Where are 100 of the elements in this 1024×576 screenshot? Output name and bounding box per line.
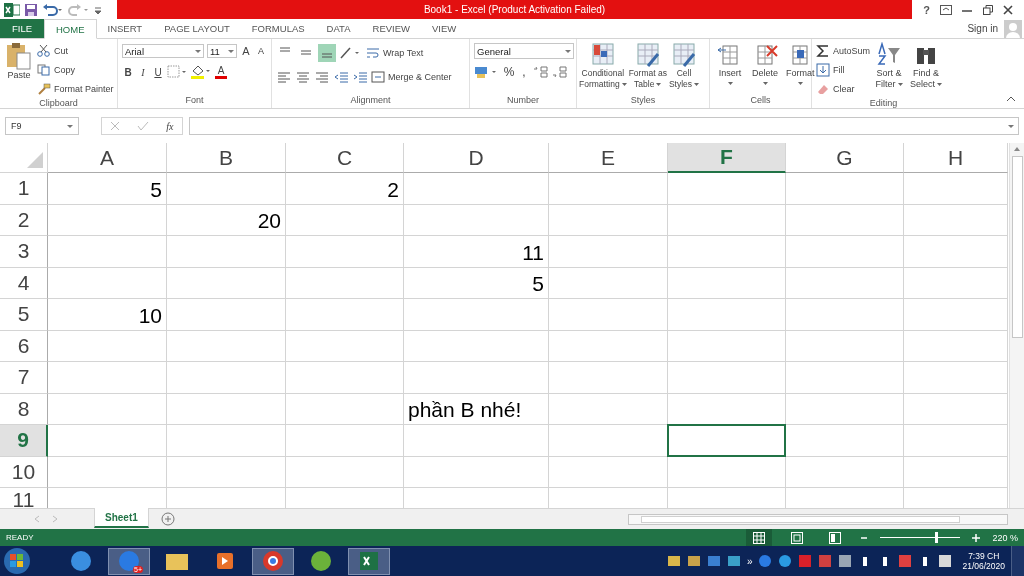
zoom-in-icon[interactable] [972,533,981,542]
row-header[interactable]: 1 [0,173,48,205]
enter-icon[interactable] [137,121,150,131]
table-cell[interactable] [167,330,286,362]
undo-icon[interactable] [42,2,64,17]
wrap-text-button[interactable]: Wrap Text [366,43,424,62]
table-cell[interactable] [167,393,286,425]
column-header[interactable]: G [786,143,904,173]
table-cell[interactable] [786,456,904,488]
save-icon[interactable] [24,2,38,17]
cut-button[interactable]: Cut [37,41,114,60]
percent-button[interactable]: % [503,64,515,80]
column-header[interactable]: F [668,143,786,173]
column-header[interactable]: A [48,143,167,173]
table-cell[interactable]: 11 [404,236,549,268]
start-button[interactable] [2,547,32,575]
font-size-field[interactable]: 11 [207,44,237,58]
table-cell[interactable] [786,236,904,268]
ribbon-tab[interactable]: REVIEW [361,19,422,38]
font-field[interactable]: Arial [122,44,204,58]
table-cell[interactable] [786,299,904,331]
table-cell[interactable] [48,236,167,268]
add-sheet-icon[interactable] [160,512,175,526]
table-cell[interactable] [549,330,668,362]
style-button[interactable]: Conditional Formatting [578,41,628,95]
style-button[interactable]: Format as Table [627,41,668,95]
zoom-slider-thumb[interactable] [935,532,939,543]
scroll-up-icon[interactable] [1013,146,1021,152]
table-cell[interactable] [167,362,286,394]
table-cell[interactable] [549,173,668,205]
table-cell[interactable] [668,299,786,331]
decrease-indent-icon[interactable] [333,69,349,84]
table-cell[interactable] [904,362,1008,394]
ribbon-tab[interactable]: DATA [315,19,362,38]
table-cell[interactable] [167,267,286,299]
editing-button[interactable]: Find & Select [908,41,945,98]
cells-button[interactable]: Insert [714,41,746,95]
table-cell[interactable] [668,456,786,488]
cells-button[interactable]: Format [784,41,817,95]
vertical-scrollbar[interactable] [1009,143,1024,508]
shrink-font-button[interactable]: A [255,43,267,59]
table-cell[interactable] [549,299,668,331]
style-button[interactable]: Cell Styles [667,41,701,95]
insert-function-button[interactable]: fx [166,120,174,132]
row-header[interactable]: 9 [0,425,48,457]
table-cell[interactable] [549,456,668,488]
table-cell[interactable] [904,204,1008,236]
table-cell[interactable] [786,173,904,205]
table-cell[interactable] [48,204,167,236]
table-cell[interactable] [904,267,1008,299]
tray-icon[interactable] [666,554,681,568]
row-header[interactable]: 2 [0,204,48,236]
table-cell[interactable] [286,267,404,299]
table-cell[interactable] [786,330,904,362]
tray-icon[interactable] [838,554,853,568]
table-cell[interactable] [167,299,286,331]
table-cell[interactable] [286,393,404,425]
table-cell[interactable] [904,456,1008,488]
paste-button[interactable]: Paste [4,41,34,98]
table-cell[interactable] [167,456,286,488]
table-cell[interactable] [48,267,167,299]
table-cell[interactable] [48,362,167,394]
table-cell[interactable] [286,299,404,331]
horizontal-scrollbar[interactable] [628,513,1008,525]
table-cell[interactable] [48,330,167,362]
underline-button[interactable]: U [152,64,164,80]
close-icon[interactable] [1002,4,1013,15]
table-cell[interactable] [286,456,404,488]
cancel-icon[interactable] [110,121,121,131]
table-cell[interactable] [286,362,404,394]
row-header[interactable]: 7 [0,362,48,394]
restore-icon[interactable] [982,4,993,15]
font-color-button[interactable]: A [215,65,227,79]
comma-button[interactable]: , [518,64,530,80]
tray-icon[interactable] [938,554,953,568]
table-cell[interactable] [549,393,668,425]
row-header[interactable]: 5 [0,299,48,331]
fill-button[interactable]: Fill [816,60,871,79]
row-header[interactable]: 4 [0,267,48,299]
grow-font-button[interactable]: A [240,43,252,59]
clock-date[interactable]: 21/06/2020 [962,561,1005,571]
table-cell[interactable] [904,299,1008,331]
table-cell[interactable] [167,173,286,205]
file-tab[interactable]: FILE [0,19,44,38]
copy-button[interactable]: Copy [37,60,114,79]
column-header[interactable]: C [286,143,404,173]
table-cell[interactable] [404,173,549,205]
bold-button[interactable]: B [122,64,134,80]
app-button[interactable] [252,547,294,575]
row-header[interactable]: 3 [0,236,48,268]
column-header[interactable]: D [404,143,549,173]
editing-button[interactable]: Sort & Filter [873,41,906,98]
column-header[interactable]: H [904,143,1008,173]
ribbon-display-icon[interactable] [940,4,953,15]
select-all-icon[interactable] [25,150,45,170]
previous-sheet-icon[interactable] [34,515,40,523]
table-cell[interactable] [904,236,1008,268]
show-hidden-icons[interactable]: » [746,555,753,567]
table-cell[interactable] [786,393,904,425]
table-cell[interactable] [167,425,286,457]
